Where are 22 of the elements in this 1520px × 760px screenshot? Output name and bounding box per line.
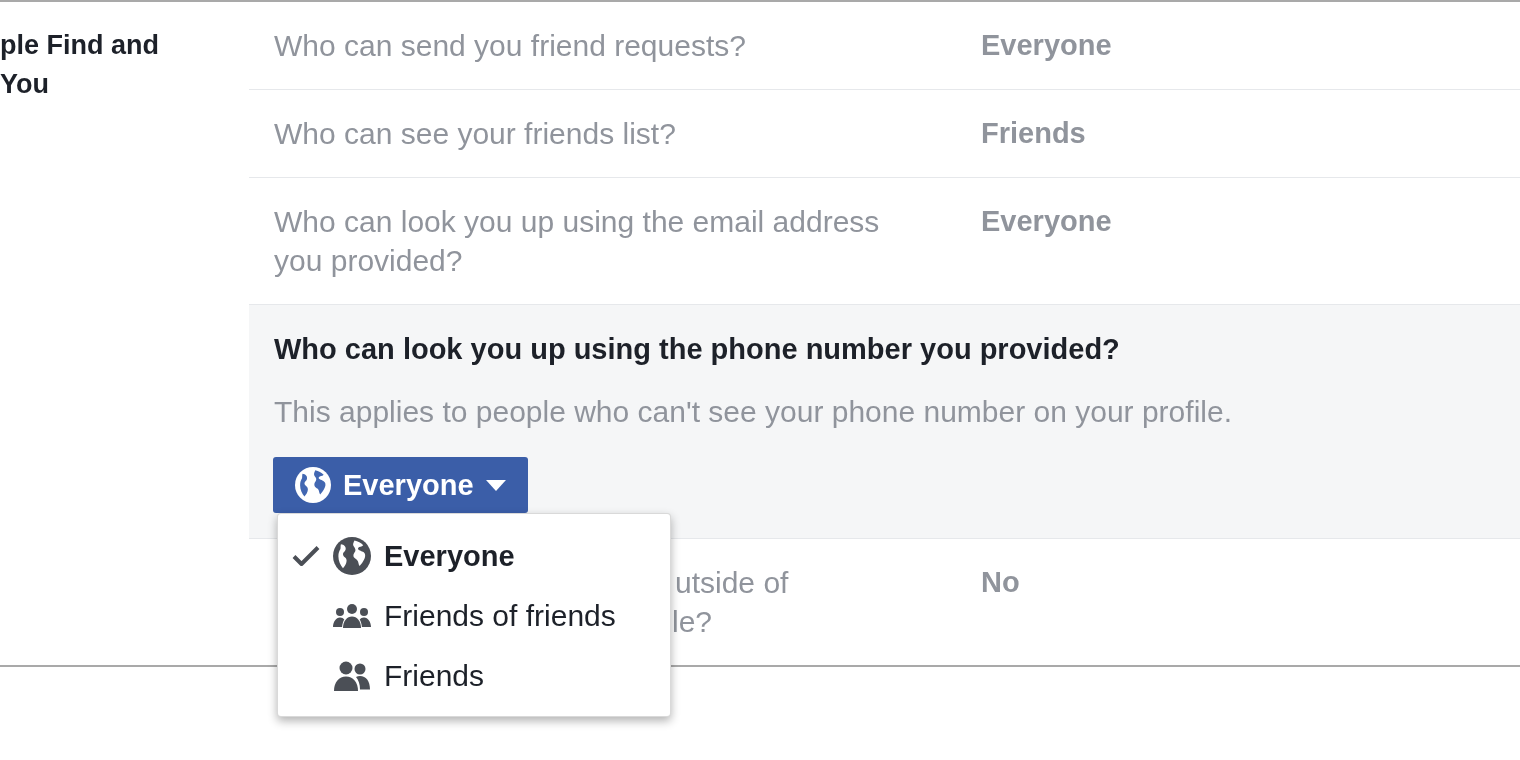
audience-option[interactable]: Friends of friends <box>278 586 670 646</box>
section-title: ple Find and You <box>0 29 160 101</box>
caret-down-icon <box>485 479 506 491</box>
setting-value: No <box>981 566 1020 598</box>
setting-value: Friends <box>981 117 1086 149</box>
setting-description: This applies to people who can't see your phone number on your profile. <box>274 394 1232 430</box>
two-people-icon <box>334 661 370 691</box>
three-people-icon <box>333 604 371 628</box>
setting-question: Who can send you friend requests? <box>274 28 746 64</box>
setting-question: utside of <box>675 565 789 601</box>
checkmark-icon <box>292 545 320 567</box>
audience-option[interactable]: Everyone <box>278 526 670 586</box>
setting-title: Who can look you up using the phone number you provided? <box>274 332 1120 367</box>
setting-value: Everyone <box>981 205 1112 237</box>
audience-option[interactable]: Friends <box>278 646 670 706</box>
setting-value: Everyone <box>981 29 1112 61</box>
setting-question: le? <box>672 604 713 640</box>
setting-question: Who can see your friends list? <box>274 116 676 152</box>
globe-icon <box>333 537 371 575</box>
audience-dropdown-button[interactable]: Everyone <box>273 457 528 513</box>
setting-question: Who can look you up using the email address you provided? <box>274 204 881 279</box>
globe-icon <box>295 467 331 503</box>
